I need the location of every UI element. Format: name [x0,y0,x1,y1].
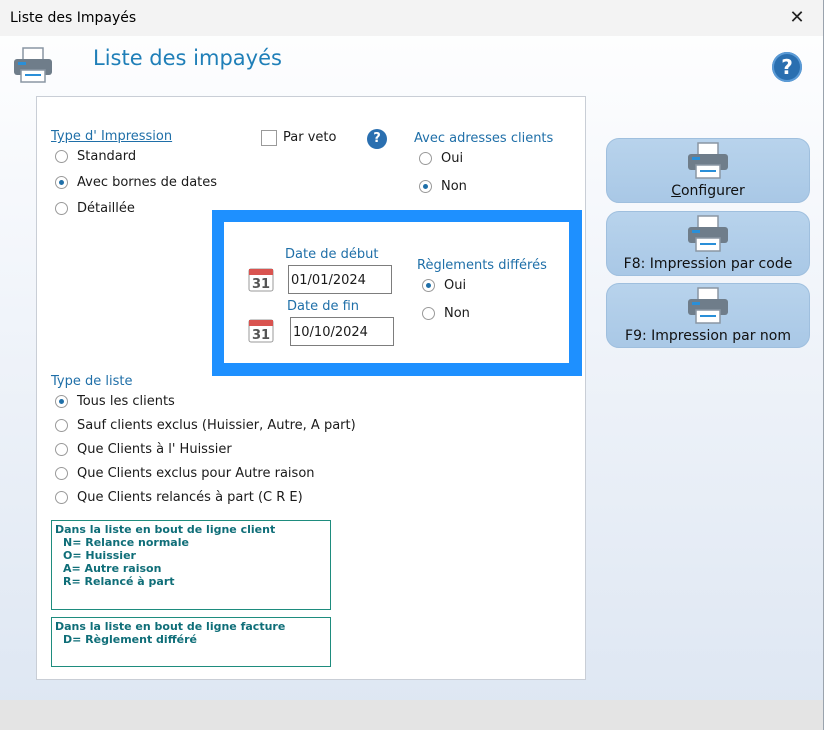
legend-line: A= Autre raison [63,562,162,575]
calendar-icon[interactable]: 31 [248,266,274,292]
printer-icon [688,215,728,252]
printer-icon [14,47,52,83]
radio-adresses-non[interactable]: Non [419,179,467,194]
radio-circle [419,152,432,165]
calendar-icon[interactable]: 31 [248,317,274,343]
radio-circle [419,180,432,193]
radio-circle [422,307,435,320]
window-title: Liste des Impayés [10,10,137,26]
radio-label: Détaillée [77,201,135,216]
radio-huissier[interactable]: Que Clients à l' Huissier [55,442,232,457]
radio-label: Sauf clients exclus (Huissier, Autre, A … [77,418,356,433]
radio-circle [55,467,68,480]
radio-standard[interactable]: Standard [55,149,136,164]
radio-label: Que Clients exclus pour Autre raison [77,466,315,481]
radio-relances-part[interactable]: Que Clients relancés à part (C R E) [55,490,303,505]
calendar-day-text: 31 [252,328,270,343]
date-debut-label: Date de début [285,247,379,262]
radio-circle [55,176,68,189]
par-veto-label: Par veto [283,130,337,145]
radio-label: Oui [441,151,464,166]
radio-label: Non [444,306,470,321]
legend-client-title: Dans la liste en bout de ligne client [55,523,276,536]
date-debut-input[interactable]: 01/01/2024 [288,265,392,294]
par-veto-checkbox[interactable] [261,130,277,146]
printer-icon [688,142,728,179]
legend-line: R= Relancé à part [63,575,175,588]
status-bar [0,700,823,730]
legend-facture-box: Dans la liste en bout de ligne facture D… [51,617,331,667]
help-icon[interactable]: ? [772,52,802,82]
legend-line: N= Relance normale [63,536,189,549]
radio-label: Que Clients relancés à part (C R E) [77,490,303,505]
radio-tous-clients[interactable]: Tous les clients [55,394,175,409]
page-title: Liste des impayés [93,46,282,70]
help-icon[interactable]: ? [367,129,387,149]
legend-client-box: Dans la liste en bout de ligne client N=… [51,520,331,610]
reglements-label: Règlements différés [417,258,547,273]
date-fin-label: Date de fin [287,299,360,314]
printer-icon [688,287,728,324]
radio-label: Oui [444,278,467,293]
title-bar: Liste des Impayés ✕ [0,0,823,36]
radio-circle [55,419,68,432]
calendar-day-text: 31 [252,277,270,292]
radio-sauf-exclus[interactable]: Sauf clients exclus (Huissier, Autre, A … [55,418,356,433]
legend-facture-title: Dans la liste en bout de ligne facture [55,620,286,633]
radio-label: Avec bornes de dates [77,175,218,190]
date-fin-input[interactable]: 10/10/2024 [290,317,394,346]
radio-reglements-non[interactable]: Non [422,306,470,321]
radio-circle [55,395,68,408]
radio-label: Standard [77,149,137,164]
radio-circle [422,279,435,292]
date-range-box [212,210,582,376]
par-nom-label: F9: Impression par nom [625,328,791,344]
impression-par-code-button[interactable]: F8: Impression par code [606,211,810,276]
radio-adresses-oui[interactable]: Oui [419,151,463,166]
close-icon[interactable]: ✕ [785,6,809,30]
radio-label: Non [441,179,467,194]
radio-circle [55,150,68,163]
impression-par-nom-button[interactable]: F9: Impression par nom [606,283,810,348]
dialog-window: Liste des Impayés ✕ Liste des impayés ? … [0,0,824,730]
date-range-inner [224,222,569,363]
type-liste-label: Type de liste [51,374,133,389]
radio-circle [55,443,68,456]
adresses-label: Avec adresses clients [414,131,554,146]
par-code-label: F8: Impression par code [623,256,793,272]
radio-circle [55,202,68,215]
radio-reglements-oui[interactable]: Oui [422,278,466,293]
legend-line: D= Règlement différé [63,633,197,646]
radio-detaillee[interactable]: Détaillée [55,201,135,216]
configurer-button[interactable]: Configurer [606,138,810,203]
configurer-label: Configurer [671,183,745,199]
radio-autre-raison[interactable]: Que Clients exclus pour Autre raison [55,466,315,481]
radio-label: Tous les clients [77,394,175,409]
type-impression-label: Type d' Impression [51,129,173,144]
radio-bornes-dates[interactable]: Avec bornes de dates [55,175,217,190]
radio-label: Que Clients à l' Huissier [77,442,232,457]
legend-line: O= Huissier [63,549,136,562]
radio-circle [55,491,68,504]
